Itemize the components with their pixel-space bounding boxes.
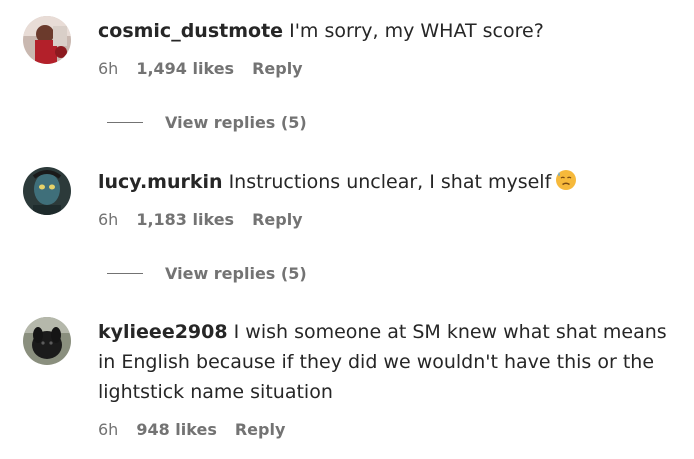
comment-meta: 6h 948 likes Reply [98, 419, 684, 441]
comment-body: cosmic_dustmote I'm sorry, my WHAT score… [98, 16, 684, 80]
comment-item: kylieee2908 I wish someone at SM knew wh… [23, 317, 684, 441]
avatar-image [23, 317, 71, 365]
view-replies-label: View replies (5) [165, 264, 307, 283]
avatar[interactable] [23, 317, 71, 365]
comment-body: kylieee2908 I wish someone at SM knew wh… [98, 317, 684, 441]
comment-likes[interactable]: 948 likes [136, 419, 217, 441]
view-replies-button[interactable]: View replies (5) [107, 264, 307, 283]
comment-likes[interactable]: 1,183 likes [136, 209, 234, 231]
comment-username[interactable]: lucy.murkin [98, 171, 223, 193]
view-replies-line [107, 122, 143, 123]
comment-time[interactable]: 6h [98, 58, 118, 80]
comments-list: cosmic_dustmote I'm sorry, my WHAT score… [0, 0, 694, 459]
comment-username[interactable]: cosmic_dustmote [98, 20, 283, 42]
avatar[interactable] [23, 167, 71, 215]
sweat-face-emoji-icon [555, 169, 577, 191]
comment-text: Instructions unclear, I shat myself [228, 171, 552, 193]
comment-username[interactable]: kylieee2908 [98, 321, 228, 343]
view-replies-button[interactable]: View replies (5) [107, 113, 307, 132]
comment-text: I'm sorry, my WHAT score? [289, 20, 544, 42]
comment-text-block: lucy.murkin Instructions unclear, I shat… [98, 167, 668, 197]
avatar-image [23, 16, 71, 64]
comment-body: lucy.murkin Instructions unclear, I shat… [98, 167, 684, 231]
reply-button[interactable]: Reply [252, 58, 303, 80]
comment-text-block: kylieee2908 I wish someone at SM knew wh… [98, 317, 668, 407]
view-replies-line [107, 273, 143, 274]
reply-button[interactable]: Reply [235, 419, 286, 441]
comment-meta: 6h 1,183 likes Reply [98, 209, 684, 231]
view-replies-label: View replies (5) [165, 113, 307, 132]
comment-item: lucy.murkin Instructions unclear, I shat… [23, 167, 684, 231]
avatar[interactable] [23, 16, 71, 64]
comment-likes[interactable]: 1,494 likes [136, 58, 234, 80]
reply-button[interactable]: Reply [252, 209, 303, 231]
comment-item: cosmic_dustmote I'm sorry, my WHAT score… [23, 16, 684, 80]
avatar-image [23, 167, 71, 215]
comment-text-block: cosmic_dustmote I'm sorry, my WHAT score… [98, 16, 668, 46]
comment-time[interactable]: 6h [98, 419, 118, 441]
comment-meta: 6h 1,494 likes Reply [98, 58, 684, 80]
comment-time[interactable]: 6h [98, 209, 118, 231]
